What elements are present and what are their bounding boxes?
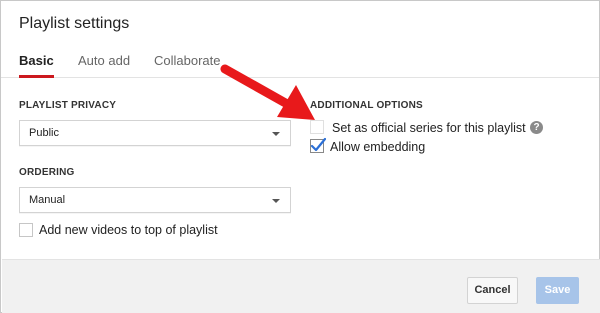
tab-auto-add[interactable]: Auto add <box>78 53 130 78</box>
privacy-label: PLAYLIST PRIVACY <box>19 100 117 111</box>
red-arrow-icon <box>220 64 315 120</box>
playlist-settings-dialog: Playlist settings Basic Auto add Collabo… <box>0 0 600 313</box>
save-button[interactable]: Save <box>536 277 579 304</box>
tab-collaborate[interactable]: Collaborate <box>154 53 221 78</box>
ordering-select[interactable]: Manual <box>19 187 291 213</box>
add-to-top-checkbox[interactable] <box>19 223 33 237</box>
allow-embedding-checkbox[interactable] <box>310 137 326 153</box>
dialog-title: Playlist settings <box>19 15 130 32</box>
cancel-button[interactable]: Cancel <box>467 277 518 304</box>
ordering-selected-value: Manual <box>29 194 66 206</box>
caret-down-icon <box>272 132 280 136</box>
caret-down-icon <box>272 199 280 203</box>
add-to-top-label: Add new videos to top of playlist <box>39 223 218 237</box>
ordering-label: ORDERING <box>19 167 75 178</box>
official-series-label: Set as official series for this playlist <box>332 121 526 135</box>
checkmark-icon <box>310 137 326 152</box>
help-circle-icon[interactable]: ? <box>530 121 543 134</box>
dialog-footer: Cancel Save <box>2 259 600 313</box>
additional-options-label: ADDITIONAL OPTIONS <box>310 100 423 111</box>
privacy-selected-value: Public <box>29 127 59 139</box>
allow-embedding-label: Allow embedding <box>330 140 426 154</box>
tab-basic[interactable]: Basic <box>19 53 54 78</box>
